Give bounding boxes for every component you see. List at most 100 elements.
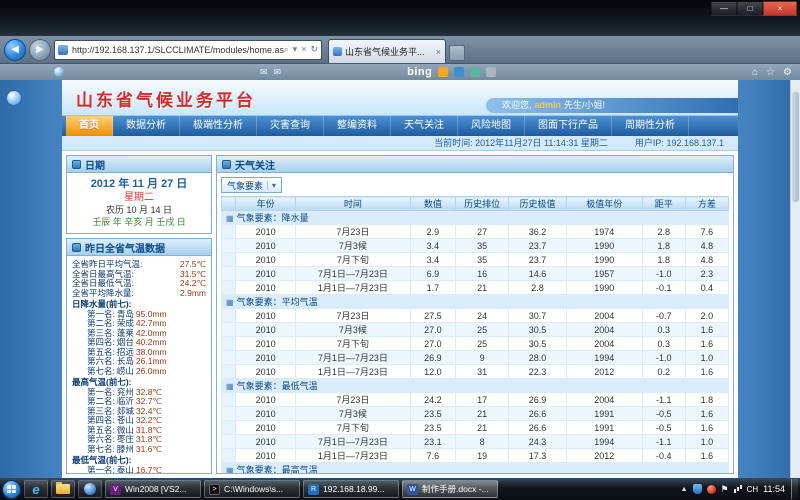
menu-item-9[interactable]: 周期性分析 <box>612 116 689 136</box>
floating-ball-icon[interactable] <box>6 90 22 106</box>
forward-button[interactable]: ▶ <box>29 39 51 61</box>
cell: 1.7 <box>410 281 455 295</box>
tray-expand-icon[interactable]: ▲ <box>681 486 688 493</box>
action-center-flag-icon[interactable]: ⚑ <box>721 484 729 495</box>
table-row[interactable]: 20107月3候3.43523.719901.84.8 <box>222 239 729 253</box>
toolbar-plugin2-icon[interactable] <box>454 67 464 77</box>
taskbar-button-2[interactable]: >C:\Windows\s... <box>204 480 300 498</box>
table-row[interactable]: 20107月23日24.21726.92004-1.11.8 <box>222 393 729 407</box>
minimize-button[interactable]: — <box>711 1 737 16</box>
row-select-cell <box>222 239 236 253</box>
taskbar-media-icon[interactable] <box>78 480 102 498</box>
group-expand-icon[interactable]: ▦ <box>226 382 234 391</box>
group-row[interactable]: ▦气象要素：降水量 <box>222 211 729 225</box>
language-indicator[interactable]: CH <box>747 485 759 494</box>
menu-item-7[interactable]: 风险地图 <box>458 116 525 136</box>
home-icon[interactable]: ⌂ <box>752 67 758 78</box>
table-row[interactable]: 20107月23日2.92736.219742.87.6 <box>222 225 729 239</box>
group-expand-icon[interactable]: ▦ <box>226 214 234 223</box>
table-row[interactable]: 20107月1日—7月23日23.1824.31994-1.11.0 <box>222 435 729 449</box>
scrollbar-thumb[interactable] <box>792 92 799 202</box>
row-select-cell <box>222 365 236 379</box>
mail-icon[interactable]: ✉ <box>260 67 268 78</box>
stat-label: 全省平均降水量: <box>72 289 134 299</box>
group-row[interactable]: ▦气象要素：平均气温 <box>222 295 729 309</box>
table-row[interactable]: 20107月3候27.02530.520040.31.6 <box>222 323 729 337</box>
new-tab-button[interactable] <box>449 45 465 61</box>
menu-item-5[interactable]: 整编资料 <box>324 116 391 136</box>
toolbar-plugin4-icon[interactable] <box>486 67 496 77</box>
menu-item-6[interactable]: 天气关注 <box>391 116 458 136</box>
menu-item-8[interactable]: 图面下行产品 <box>525 116 612 136</box>
table-row[interactable]: 20107月1日—7月23日6.91614.61957-1.02.3 <box>222 267 729 281</box>
group-row[interactable]: ▦气象要素：最高气温 <box>222 463 729 474</box>
table-row[interactable]: 20107月3候23.52126.61991-0.51.6 <box>222 407 729 421</box>
cell: -1.1 <box>642 435 685 449</box>
table-row[interactable]: 20107月下旬27.02530.520040.31.6 <box>222 337 729 351</box>
table-row[interactable]: 20107月23日27.52430.72004-0.72.0 <box>222 309 729 323</box>
cell: 7月3候 <box>295 239 410 253</box>
tools-gear-icon[interactable]: ⚙ <box>783 67 792 78</box>
cell: 19 <box>455 449 508 463</box>
menu-item-1[interactable]: 首页 <box>66 116 113 136</box>
group-expand-icon[interactable]: ▦ <box>226 298 234 307</box>
taskbar-button-1[interactable]: VWin2008 [VS2... <box>105 480 201 498</box>
show-desktop-button[interactable] <box>791 479 798 499</box>
group-row[interactable]: ▦气象要素：最低气温 <box>222 379 729 393</box>
cell: 24 <box>455 309 508 323</box>
taskbar-clock[interactable]: 11:54 <box>763 484 785 494</box>
rank-label: 第二名: <box>87 318 115 328</box>
table-row[interactable]: 20101月1日—7月23日7.61917.32012-0.41.6 <box>222 449 729 463</box>
menu-item-3[interactable]: 极端性分析 <box>180 116 257 136</box>
refresh-icon[interactable]: ↻ <box>310 44 318 55</box>
cell: 14.6 <box>509 267 566 281</box>
toolbar-ball-icon[interactable] <box>54 67 64 77</box>
table-row[interactable]: 20107月下旬3.43523.719901.84.8 <box>222 253 729 267</box>
cell: 1994 <box>566 435 642 449</box>
favorites-star-icon[interactable]: ☆ <box>766 67 775 78</box>
address-dropdown-caret-icon[interactable]: ▾ <box>293 44 298 55</box>
back-button[interactable]: ◀ <box>4 39 26 61</box>
notification-badge-icon[interactable] <box>707 485 716 494</box>
table-row[interactable]: 20107月下旬23.52126.61991-0.51.6 <box>222 421 729 435</box>
search-icon[interactable]: ⌕ <box>284 44 289 55</box>
network-icon[interactable] <box>734 489 736 493</box>
toolbar-plugin3-icon[interactable] <box>470 67 480 77</box>
security-shield-icon[interactable] <box>693 484 702 494</box>
element-filter-button[interactable]: 气象要素 ▾ <box>221 177 282 193</box>
menu-item-4[interactable]: 灾害查询 <box>257 116 324 136</box>
taskbar-button-4[interactable]: W制作手册.docx -... <box>402 480 498 498</box>
cell: 0.2 <box>642 365 685 379</box>
group-expand-icon[interactable]: ▦ <box>226 466 234 473</box>
rank-item: 第一名:泰山16.7℃ <box>72 466 206 474</box>
column-header: 极值年份 <box>566 197 642 211</box>
cell: 12.0 <box>410 365 455 379</box>
bing-logo[interactable]: bing <box>407 66 432 78</box>
site-banner: 山东省气候业务平台 欢迎您,admin先生/小姐! <box>62 80 738 116</box>
taskbar-ie-icon[interactable]: e <box>24 480 48 498</box>
menu-item-2[interactable]: 数据分析 <box>113 116 180 136</box>
cell: 2.9 <box>410 225 455 239</box>
maximize-button[interactable]: □ <box>737 1 763 16</box>
taskbar-button-3[interactable]: R192.168.18.99... <box>303 480 399 498</box>
tab-close-icon[interactable]: × <box>436 47 441 57</box>
toolbar-plugin1-icon[interactable] <box>438 67 448 77</box>
filter-row: 气象要素 ▾ <box>221 175 729 195</box>
address-bar[interactable]: http://192.168.137.1/SLCCLIMATE/modules/… <box>54 40 322 60</box>
browser-tab[interactable]: 山东省气候业务平... × <box>328 39 446 63</box>
cell: 35 <box>455 239 508 253</box>
page-scrollbar[interactable] <box>790 80 800 478</box>
row-select-cell <box>222 421 236 435</box>
mail2-icon[interactable]: ✉ <box>274 67 282 78</box>
start-button[interactable] <box>2 480 21 499</box>
cell: 1月1日—7月23日 <box>295 449 410 463</box>
table-row[interactable]: 20107月1日—7月23日26.9928.01994-1.01.0 <box>222 351 729 365</box>
cell: 30.7 <box>509 309 566 323</box>
table-row[interactable]: 20101月1日—7月23日1.7212.81990-0.10.4 <box>222 281 729 295</box>
table-row[interactable]: 20101月1日—7月23日12.03122.320120.21.6 <box>222 365 729 379</box>
cell: 2010 <box>236 281 296 295</box>
cell: 23.7 <box>509 253 566 267</box>
stop-icon[interactable]: × <box>301 44 306 55</box>
taskbar-explorer-icon[interactable] <box>51 480 75 498</box>
close-button[interactable]: × <box>763 1 797 16</box>
